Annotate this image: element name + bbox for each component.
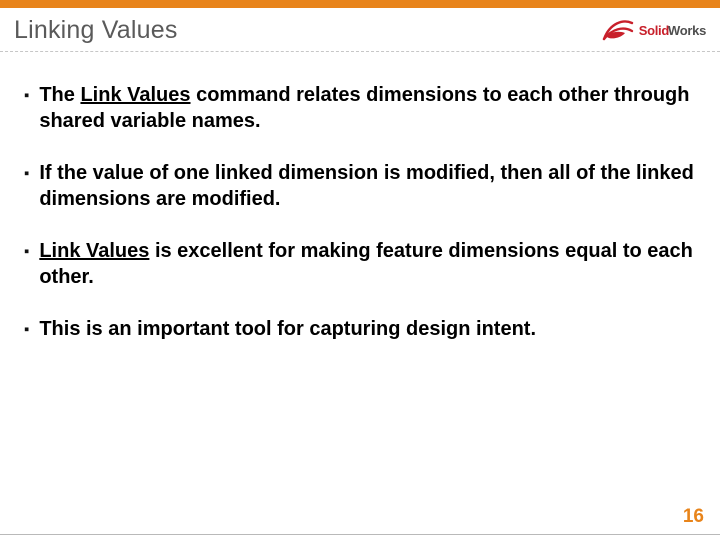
bullet-text-pre: The (39, 84, 80, 106)
bullet-icon: ▪ (24, 317, 29, 343)
page-number: 16 (683, 506, 704, 528)
bullet-text: This is an important tool for capturing … (39, 316, 536, 342)
bullet-text-pre: This is an important tool for capturing … (39, 318, 536, 340)
bullet-text: If the value of one linked dimension is … (39, 160, 696, 212)
bullet-text-underline: Link Values (80, 84, 190, 106)
accent-bar (0, 0, 720, 8)
bullet-icon: ▪ (24, 161, 29, 187)
content: ▪ The Link Values command relates dimens… (0, 52, 720, 343)
brand-logo: Solid Works (601, 17, 706, 45)
brand-word-2: Works (668, 23, 706, 38)
list-item: ▪ Link Values is excellent for making fe… (24, 238, 696, 290)
ds-swoosh-icon (601, 17, 635, 45)
list-item: ▪ The Link Values command relates dimens… (24, 82, 696, 134)
slide: Linking Values Solid Works ▪ The Link Va… (0, 0, 720, 540)
bullet-text: The Link Values command relates dimensio… (39, 82, 696, 134)
page-title: Linking Values (14, 16, 178, 45)
bullet-text-underline: Link Values (39, 240, 149, 262)
header: Linking Values Solid Works (0, 8, 720, 51)
bullet-icon: ▪ (24, 83, 29, 109)
brand-wordmark: Solid Works (639, 23, 706, 38)
bullet-icon: ▪ (24, 239, 29, 265)
bullet-text-pre: If the value of one linked dimension is … (39, 162, 694, 210)
list-item: ▪ This is an important tool for capturin… (24, 316, 696, 343)
brand-word-1: Solid (639, 23, 669, 38)
bullet-text: Link Values is excellent for making feat… (39, 238, 696, 290)
list-item: ▪ If the value of one linked dimension i… (24, 160, 696, 212)
footer-rule (0, 534, 720, 535)
